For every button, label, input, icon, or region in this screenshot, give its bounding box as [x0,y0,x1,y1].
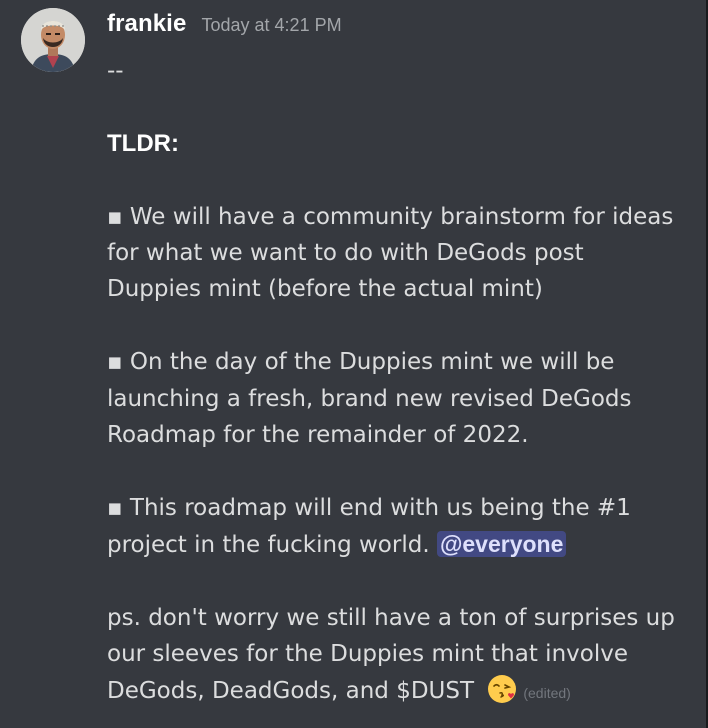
text-fragment: DeGods, DeadGods, and $DUST [107,677,482,704]
text-line: ps. don't worry we still have a ton of s… [107,605,675,632]
everyone-mention[interactable]: @everyone [436,531,567,558]
text-line: ▪ On the day of the Duppies mint we will… [107,349,615,376]
username[interactable]: frankie [107,10,186,37]
face-blowing-kiss-emoji-icon[interactable] [487,674,517,704]
message-content: -- TLDR: ▪ We will have a community brai… [107,53,697,711]
chat-message: frankie Today at 4:21 PM -- TLDR: ▪ We w… [0,0,708,728]
text-line: for what we want to do with DeGods post [107,240,584,266]
text-line: ▪ This roadmap will end with us being th… [107,494,631,521]
user-avatar[interactable] [21,8,85,72]
message-timestamp[interactable]: Today at 4:21 PM [202,15,342,35]
text-line-final: DeGods, DeadGods, and $DUST (edited) [107,673,697,711]
text-line: Roadmap for the remainder of 2022. [107,422,529,449]
text-line: -- [107,58,124,84]
message-header: frankie Today at 4:21 PM [107,10,342,38]
text-line-with-mention: project in the fucking world. @everyone [107,526,697,563]
text-line: launching a fresh, brand new revised DeG… [107,385,632,412]
tldr-heading: TLDR: [107,129,179,157]
text-line: ▪ We will have a community brainstorm fo… [107,203,674,230]
edited-label[interactable]: (edited) [523,685,570,701]
text-fragment: project in the fucking world. [107,532,437,559]
text-line: Duppies mint (before the actual mint) [107,276,543,303]
avatar-portrait-icon [21,8,85,72]
text-line: our sleeves for the Duppies mint that in… [107,641,628,668]
